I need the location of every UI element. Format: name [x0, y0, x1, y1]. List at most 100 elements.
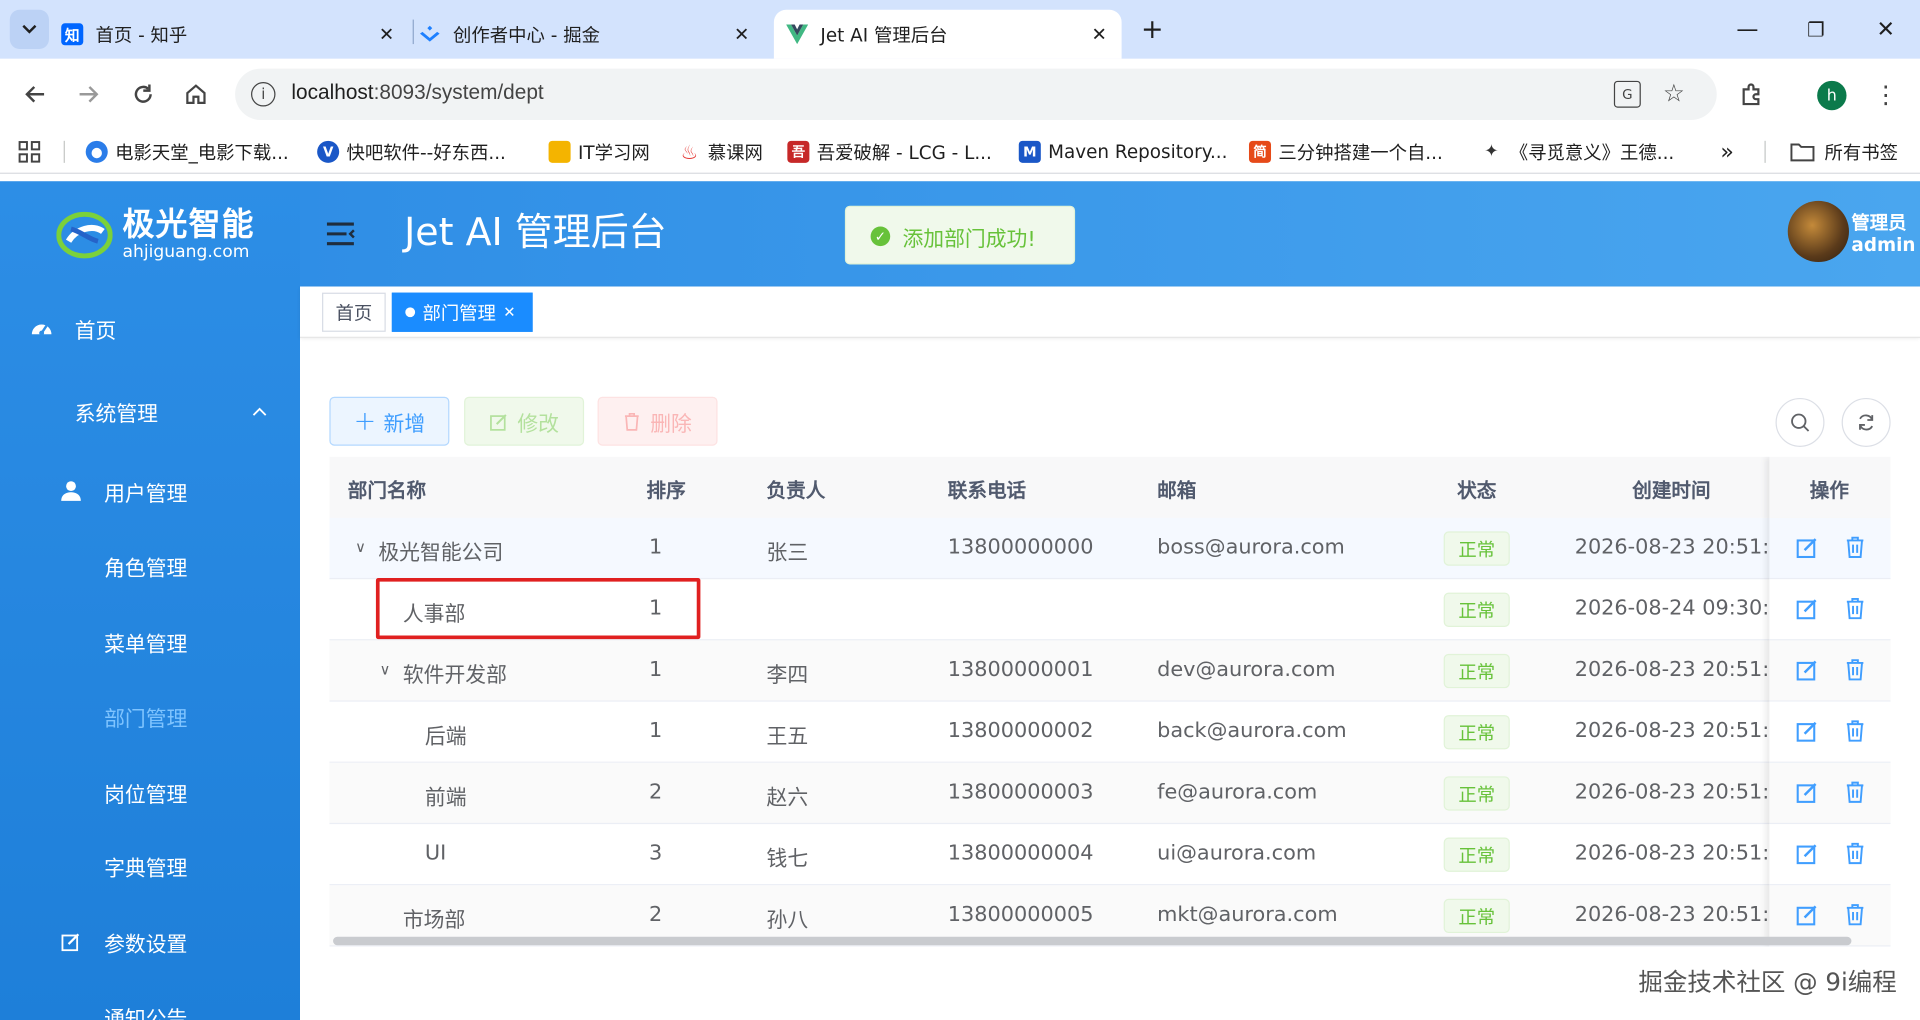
table-row[interactable]: 前端 2 赵六 13800000003 fe@aurora.com 正常 202…: [329, 762, 1891, 825]
zhihu-icon: 知: [61, 23, 84, 46]
sidebar-item-home[interactable]: 首页: [0, 291, 300, 364]
bookmark-item[interactable]: 吾吾爱破解 - LCG - L...: [787, 137, 992, 166]
column-header: 负责人: [766, 478, 826, 503]
home-button[interactable]: [175, 73, 217, 115]
translate-icon[interactable]: G: [1613, 80, 1641, 108]
table-row[interactable]: UI 3 钱七 13800000004 ui@aurora.com 正常 202…: [329, 824, 1891, 886]
browser-tab-juejin[interactable]: 创作者中心 - 掘金 ✕: [419, 10, 767, 59]
edit-icon[interactable]: [1796, 536, 1818, 559]
url-path: :8093/system/dept: [373, 80, 544, 105]
table-row[interactable]: ∨ 软件开发部 1 李四 13800000001 dev@aurora.com …: [329, 640, 1891, 702]
tag-departments[interactable]: 部门管理 ✕: [391, 292, 533, 332]
sidebar-item-notices[interactable]: 通知公告: [0, 980, 300, 1020]
more-menu-icon[interactable]: ⋮: [1873, 76, 1897, 113]
bookmark-item[interactable]: IT学习网: [548, 137, 650, 166]
forward-button[interactable]: [67, 73, 109, 115]
collapse-icon[interactable]: ∨: [380, 661, 391, 678]
bookmark-label: 《寻觅意义》王德...: [1509, 141, 1675, 164]
operations-cell: [1769, 517, 1891, 580]
profile-avatar[interactable]: h: [1817, 80, 1847, 111]
sidebar-item-label: 系统管理: [74, 402, 158, 427]
edit-icon[interactable]: [1796, 781, 1818, 803]
back-button[interactable]: [15, 73, 57, 115]
edit-icon[interactable]: [1796, 904, 1818, 926]
browser-tab-jet-ai[interactable]: Jet AI 管理后台 ✕: [773, 9, 1122, 59]
close-icon[interactable]: ✕: [1092, 23, 1107, 45]
bookmark-favicon-icon: V: [317, 140, 340, 163]
trash-icon[interactable]: [1844, 659, 1866, 681]
url-text: localhost:8093/system/dept: [291, 81, 543, 105]
edit-button-label: 修改: [517, 412, 559, 437]
tag-label: 首页: [335, 301, 373, 324]
logo[interactable]: 极光智能 ahjiguang.com: [56, 203, 254, 267]
sidebar: 极光智能 ahjiguang.com 首页 系统管理 用户管理 角色管理 菜单管…: [0, 181, 300, 1020]
all-bookmarks-label: 所有书签: [1824, 141, 1898, 164]
edit-icon[interactable]: [1796, 720, 1818, 742]
sidebar-item-departments[interactable]: 部门管理: [0, 680, 300, 753]
cell-order: 1: [648, 657, 663, 683]
minimize-button[interactable]: —: [1729, 12, 1766, 46]
sidebar-item-label: 用户管理: [104, 481, 188, 507]
restore-button[interactable]: ❐: [1798, 12, 1835, 46]
reload-button[interactable]: [122, 73, 164, 115]
url-host: localhost: [291, 80, 374, 105]
browser-tab-zhihu[interactable]: 知 首页 - 知乎 ✕: [61, 10, 409, 59]
edit-icon[interactable]: [1796, 659, 1818, 681]
bookmark-item[interactable]: 简三分钟搭建一个自...: [1248, 137, 1443, 166]
more-bookmarks-icon[interactable]: »: [1720, 137, 1733, 166]
trash-icon[interactable]: [1844, 536, 1866, 558]
add-button[interactable]: + 新增: [329, 396, 450, 446]
trash-icon[interactable]: [1844, 781, 1866, 803]
table-row[interactable]: ∨ 极光智能公司 1 张三 13800000000 boss@aurora.co…: [329, 517, 1891, 580]
sidebar-item-posts[interactable]: 岗位管理: [0, 756, 300, 829]
site-info-icon[interactable]: i: [251, 82, 276, 107]
bookmark-item[interactable]: ♨ 慕课网: [678, 137, 763, 166]
bookmark-item[interactable]: ● 电影天堂_电影下载...: [85, 137, 289, 166]
extensions-button[interactable]: [1730, 73, 1772, 115]
user-name[interactable]: admin: [1851, 234, 1915, 256]
active-dot: [405, 307, 416, 318]
close-icon[interactable]: ✕: [734, 23, 749, 45]
trash-icon[interactable]: [1844, 720, 1866, 742]
menu-fold-icon[interactable]: [324, 220, 356, 247]
sidebar-item-roles[interactable]: 角色管理: [0, 529, 300, 602]
table-row[interactable]: 后端 1 王五 13800000002 back@aurora.com 正常 2…: [329, 702, 1891, 763]
horizontal-scrollbar[interactable]: [333, 936, 1852, 946]
tab-search-button[interactable]: [9, 9, 49, 49]
search-toggle-button[interactable]: [1775, 397, 1825, 447]
bookmark-item[interactable]: V 快吧软件--好东西...: [317, 137, 506, 166]
bookmark-item[interactable]: ✦ 《寻觅意义》王德...: [1480, 137, 1674, 166]
edit-icon[interactable]: [1796, 842, 1818, 865]
sidebar-item-params[interactable]: 参数设置: [0, 905, 300, 978]
avatar[interactable]: [1787, 200, 1849, 263]
edit-button[interactable]: 修改: [464, 396, 585, 446]
trash-icon[interactable]: [1844, 842, 1866, 865]
sidebar-item-dictionary[interactable]: 字典管理: [0, 829, 300, 902]
check-circle-icon: ✓: [870, 226, 891, 247]
tag-home[interactable]: 首页: [322, 292, 386, 332]
operations-cell: [1769, 762, 1891, 825]
tab-title: Jet AI 管理后台: [820, 23, 948, 46]
window-close-button[interactable]: ✕: [1867, 12, 1904, 46]
sidebar-item-menus[interactable]: 菜单管理: [0, 605, 300, 678]
all-bookmarks-button[interactable]: 所有书签: [1790, 137, 1898, 166]
reload-icon: [134, 84, 152, 103]
trash-icon[interactable]: [1844, 597, 1866, 620]
star-icon[interactable]: ☆: [1663, 78, 1685, 107]
cell-order: 1: [648, 718, 663, 744]
apps-grid-icon[interactable]: [17, 137, 41, 166]
new-tab-button[interactable]: +: [1134, 12, 1171, 46]
sidebar-group-system[interactable]: 系统管理: [0, 375, 300, 448]
cell-created: 2026-08-23 20:51:51: [1574, 780, 1796, 805]
user-role[interactable]: 管理员: [1851, 212, 1906, 234]
collapse-icon[interactable]: ∨: [355, 539, 366, 556]
close-icon[interactable]: ✕: [379, 23, 394, 45]
address-bar[interactable]: i localhost:8093/system/dept G ☆: [235, 68, 1717, 120]
edit-icon[interactable]: [1796, 598, 1818, 620]
trash-icon[interactable]: [1844, 904, 1866, 926]
sidebar-item-users[interactable]: 用户管理: [0, 454, 300, 527]
bookmark-item[interactable]: M Maven Repository...: [1018, 137, 1227, 166]
refresh-button[interactable]: [1841, 397, 1891, 447]
close-icon[interactable]: ✕: [503, 304, 515, 321]
delete-button[interactable]: 删除: [597, 396, 718, 446]
